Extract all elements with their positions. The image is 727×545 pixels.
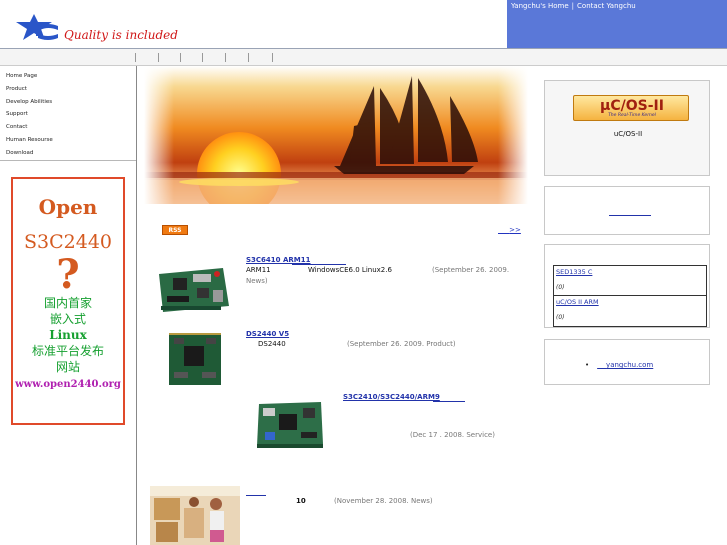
news-title[interactable]: S3C6410 ARM11 bbox=[246, 256, 310, 264]
news-text: 10 bbox=[296, 497, 306, 505]
news-meta: (September 26. 2009. bbox=[432, 266, 510, 274]
nav-separator bbox=[202, 53, 203, 62]
nav-separator bbox=[158, 53, 159, 62]
ucos-tagline: The Real-Time Kernel bbox=[608, 113, 656, 118]
ad-url[interactable]: www.open2440.org bbox=[13, 379, 123, 390]
s3c6410-board-thumbnail[interactable] bbox=[153, 260, 233, 318]
menu-item-download[interactable]: Download bbox=[6, 147, 53, 160]
news-title-underline bbox=[292, 264, 346, 265]
sidebar: Home Page Product Develop Abilities Supp… bbox=[0, 66, 137, 545]
ucos-caption: uC/OS-II bbox=[613, 130, 643, 138]
menu-item-human-resource[interactable]: Human Resourse bbox=[6, 134, 53, 147]
news-meta: (September 26. 2009. Product) bbox=[347, 340, 456, 348]
ad-line: 国内首家 bbox=[43, 296, 92, 310]
ad-line: 嵌入式 bbox=[49, 312, 86, 326]
top-bar: Yangchu's Home | Contact Yangchu bbox=[507, 0, 727, 48]
forum-panel: SED1335 C (0) uC/OS II ARM (0) bbox=[544, 244, 710, 328]
yangchu-link[interactable]: yangchu.com bbox=[597, 361, 653, 369]
table-row: uC/OS II ARM (0) bbox=[554, 296, 706, 326]
ad-open-text: Open bbox=[38, 195, 98, 219]
news-title[interactable]: DS2440 V5 bbox=[246, 330, 289, 338]
forum-table: SED1335 C (0) uC/OS II ARM (0) bbox=[553, 265, 707, 327]
news-meta: (Dec 17 . 2008. Service) bbox=[410, 431, 495, 439]
rss-badge[interactable]: RSS bbox=[162, 225, 188, 235]
forum-topic-link[interactable]: uC/OS II ARM bbox=[556, 298, 704, 306]
news-meta: (November 28. 2008. News) bbox=[334, 497, 433, 505]
menu-item-home[interactable]: Home Page bbox=[6, 70, 53, 83]
company-logo-icon[interactable] bbox=[14, 14, 60, 48]
nav-separator bbox=[135, 53, 136, 62]
forum-topic-link[interactable]: SED1335 C bbox=[556, 268, 704, 276]
news-title[interactable]: S3C2410/S3C2440/ARM9 bbox=[343, 393, 440, 401]
sidebar-divider bbox=[0, 160, 136, 161]
more-link-text[interactable]: >> bbox=[509, 226, 521, 234]
nav-separator bbox=[272, 53, 273, 62]
news-text: ARM11 bbox=[246, 266, 271, 274]
nav-separator bbox=[225, 53, 226, 62]
ad-question-mark: ? bbox=[56, 251, 80, 298]
more-link[interactable]: >> bbox=[498, 226, 521, 234]
forum-topic-count: (0) bbox=[556, 284, 565, 291]
news-text: WindowsCE6.0 Linux2.6 bbox=[308, 266, 392, 274]
nav-bar bbox=[0, 49, 727, 66]
header: Quality is included Yangchu's Home | Conta… bbox=[0, 0, 727, 48]
news-title-link[interactable] bbox=[246, 495, 266, 496]
ad-chip-text: S3C2440 bbox=[24, 231, 112, 253]
menu-item-product[interactable]: Product bbox=[6, 83, 53, 96]
panel-link[interactable] bbox=[609, 215, 651, 216]
contact-link[interactable]: Contact Yangchu bbox=[577, 2, 636, 10]
link-separator: | bbox=[571, 2, 575, 10]
ad-line: 标准平台发布 bbox=[31, 344, 104, 358]
link-panel bbox=[544, 186, 710, 235]
slogan: Quality is included bbox=[64, 28, 178, 42]
menu-item-contact[interactable]: Contact bbox=[6, 121, 53, 134]
links-panel: • yangchu.com bbox=[544, 339, 710, 385]
ad-line: 网站 bbox=[55, 360, 80, 374]
table-row: SED1335 C (0) bbox=[554, 266, 706, 296]
menu-item-develop-abilities[interactable]: Develop Abilities bbox=[6, 96, 53, 109]
bullet-icon: • bbox=[585, 361, 590, 369]
bullet-link-item: • yangchu.com bbox=[585, 361, 653, 369]
ad-line: Linux bbox=[49, 328, 87, 342]
ucos-panel: µC/OS-II The Real-Time Kernel uC/OS-II bbox=[544, 80, 710, 176]
sunset-sailboat-banner bbox=[144, 66, 528, 204]
s3c2410-board-thumbnail[interactable] bbox=[255, 398, 325, 454]
open2440-ad[interactable]: Open S3C2440 ? 国内首家 嵌入式 Linux 标准平台发布 网站 … bbox=[11, 177, 125, 425]
page: Quality is included Yangchu's Home | Conta… bbox=[0, 0, 727, 545]
news-title-underline bbox=[433, 401, 465, 402]
yangchu-link-text[interactable]: yangchu.com bbox=[606, 361, 653, 369]
news-text: DS2440 bbox=[258, 340, 286, 348]
nav-separator bbox=[180, 53, 181, 62]
news-meta: News) bbox=[246, 277, 268, 285]
sidebar-menu: Home Page Product Develop Abilities Supp… bbox=[6, 70, 53, 160]
ds2440-board-thumbnail[interactable] bbox=[166, 330, 224, 388]
ucos-logo[interactable]: µC/OS-II The Real-Time Kernel bbox=[573, 95, 689, 121]
menu-item-support[interactable]: Support bbox=[6, 108, 53, 121]
forum-topic-count: (0) bbox=[556, 314, 565, 321]
people-photo-thumbnail[interactable] bbox=[150, 486, 240, 545]
home-link[interactable]: Yangchu's Home bbox=[511, 2, 569, 10]
nav-separator bbox=[248, 53, 249, 62]
top-links: Yangchu's Home | Contact Yangchu bbox=[511, 2, 636, 10]
